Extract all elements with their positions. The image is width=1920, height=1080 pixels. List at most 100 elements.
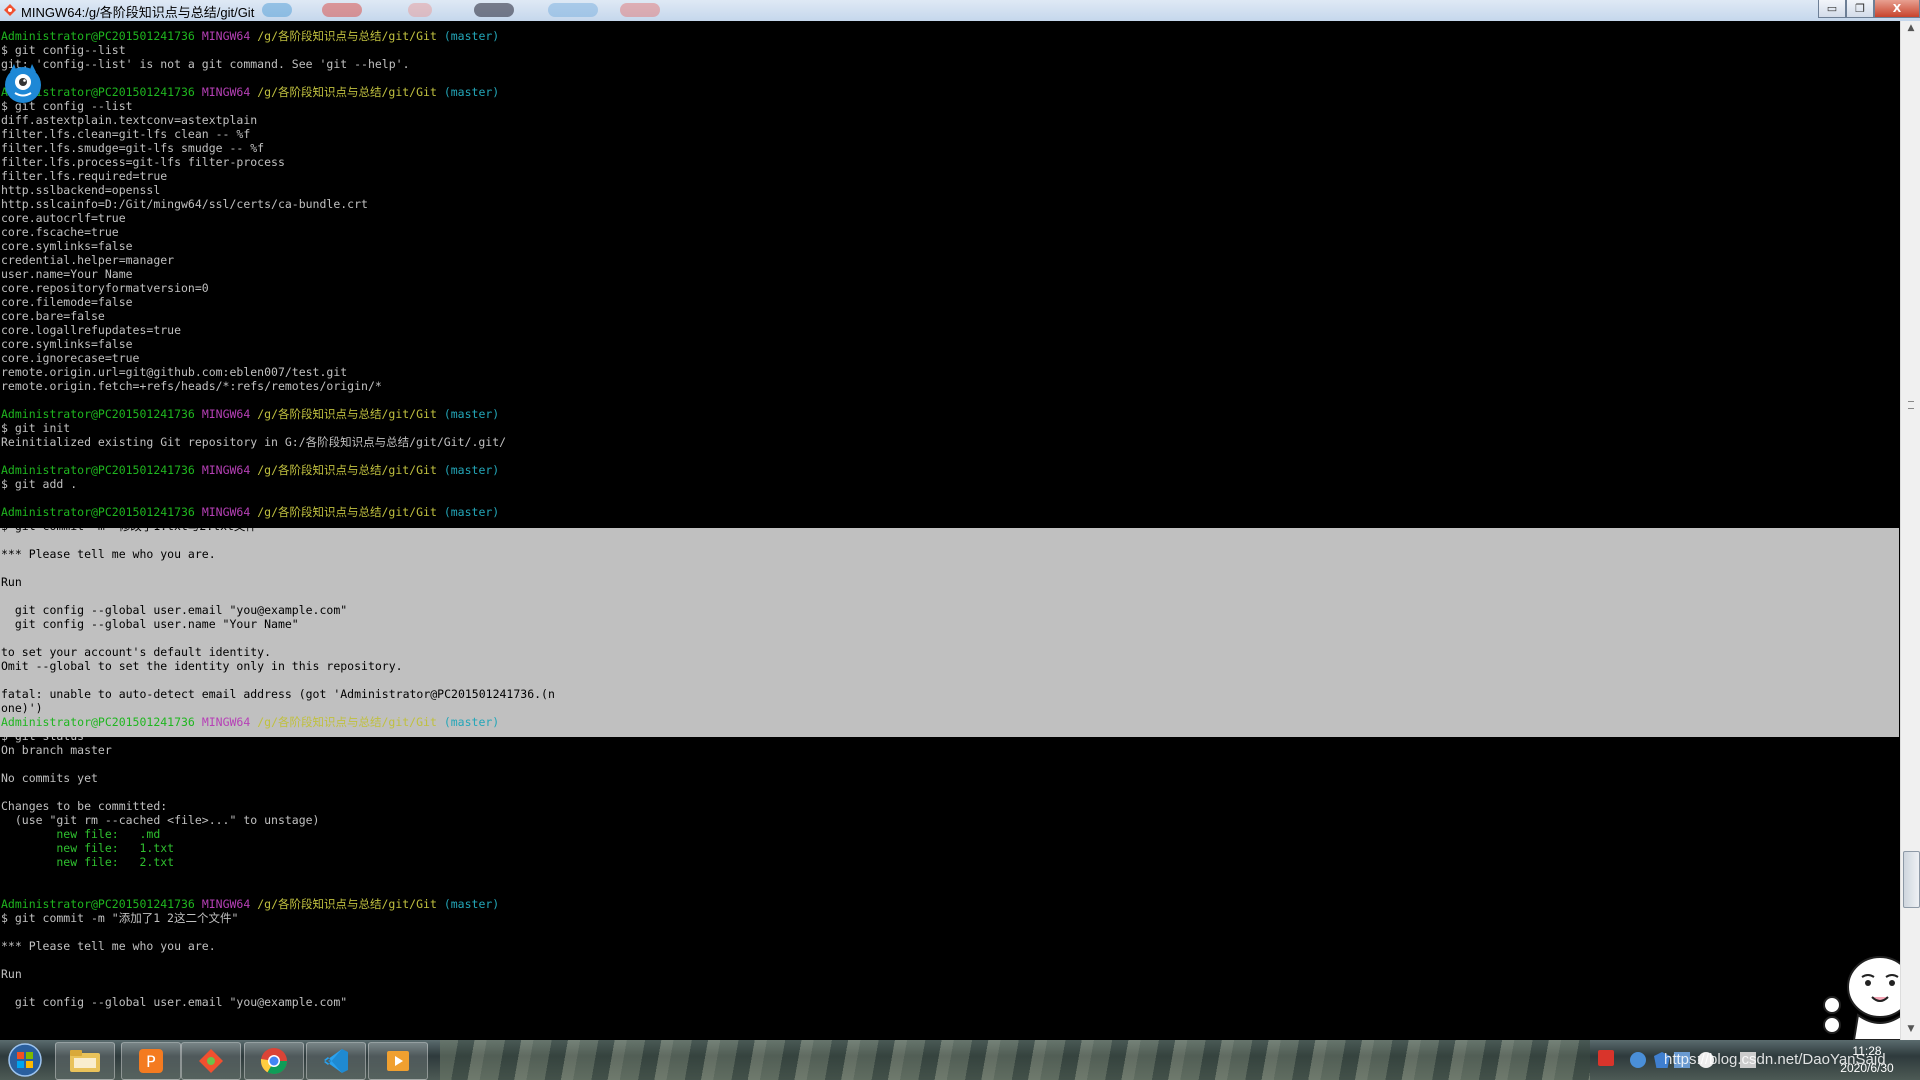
output-line: user.name=Your Name bbox=[1, 267, 133, 281]
prompt-line: Administrator@PC201501241736 MINGW64 /g/… bbox=[1, 85, 499, 99]
git-bash-icon bbox=[4, 4, 16, 16]
prompt-user: Administrator@PC201501241736 bbox=[1, 505, 195, 519]
output-line: $ git config--list bbox=[1, 43, 126, 57]
staged-file-line: new file: 1.txt bbox=[1, 841, 175, 855]
blurred-icon bbox=[620, 3, 660, 17]
output-line: remote.origin.url=git@github.com:eblen00… bbox=[1, 365, 348, 379]
blurred-icon bbox=[548, 3, 598, 17]
vscode-icon bbox=[324, 1049, 348, 1073]
prompt-user: Administrator@PC201501241736 bbox=[1, 463, 195, 477]
prompt-host: MINGW64 bbox=[201, 505, 251, 519]
output-line: remote.origin.fetch=+refs/heads/*:refs/r… bbox=[1, 379, 382, 393]
output-line: git config --global user.email "you@exam… bbox=[1, 603, 348, 617]
output-line: $ git commit -m "添加了1 2这二个文件" bbox=[1, 911, 239, 925]
terminal-output[interactable]: Administrator@PC201501241736 MINGW64 /g/… bbox=[0, 21, 1900, 1040]
output-line: Changes to be committed: bbox=[1, 799, 168, 813]
scrollbar-thumb[interactable] bbox=[1903, 851, 1920, 908]
prompt-path: /g/各阶段知识点与总结/git/Git bbox=[257, 897, 437, 911]
taskbar-vscode[interactable] bbox=[306, 1042, 366, 1080]
media-player-icon bbox=[387, 1051, 409, 1071]
output-line: http.sslbackend=openssl bbox=[1, 183, 161, 197]
prompt-line: Administrator@PC201501241736 MINGW64 /g/… bbox=[1, 463, 499, 477]
taskbar-presentation[interactable]: P bbox=[121, 1042, 181, 1080]
input-method-icon[interactable] bbox=[1598, 1050, 1614, 1066]
prompt-path: /g/各阶段知识点与总结/git/Git bbox=[257, 85, 437, 99]
output-line: http.sslcainfo=D:/Git/mingw64/ssl/certs/… bbox=[1, 197, 368, 211]
window-title-bar[interactable]: MINGW64:/g/各阶段知识点与总结/git/Git ▭ ❐ X bbox=[0, 0, 1920, 22]
window-controls: ▭ ❐ X bbox=[1818, 0, 1920, 18]
chrome-icon bbox=[260, 1048, 288, 1075]
prompt-path: /g/各阶段知识点与总结/git/Git bbox=[257, 715, 437, 729]
mascot-monster-icon bbox=[5, 64, 41, 103]
prompt-user: Administrator@PC201501241736 bbox=[1, 715, 195, 729]
network-icon[interactable] bbox=[1630, 1052, 1646, 1068]
vertical-scrollbar[interactable]: ▲ ▼ bbox=[1900, 21, 1920, 1040]
blurred-icon bbox=[408, 3, 432, 17]
output-line: *** Please tell me who you are. bbox=[1, 939, 216, 953]
prompt-branch: (master) bbox=[443, 85, 500, 99]
output-line: core.repositoryformatversion=0 bbox=[1, 281, 209, 295]
window-title: MINGW64:/g/各阶段知识点与总结/git/Git bbox=[21, 5, 255, 20]
output-line: core.fscache=true bbox=[1, 225, 119, 239]
taskbar-background bbox=[440, 1040, 1590, 1080]
output-line: $ git add . bbox=[1, 477, 78, 491]
prompt-host: MINGW64 bbox=[201, 463, 251, 477]
output-line: core.autocrlf=true bbox=[1, 211, 126, 225]
output-line: git: 'config--list' is not a git command… bbox=[1, 57, 410, 71]
output-line: filter.lfs.clean=git-lfs clean -- %f bbox=[1, 127, 251, 141]
output-line: filter.lfs.smudge=git-lfs smudge -- %f bbox=[1, 141, 265, 155]
output-line: $ git commit -m "修改了1.txt与2.txt文件" bbox=[1, 519, 264, 533]
output-line: diff.astextplain.textconv=astextplain bbox=[1, 113, 258, 127]
text-selection-highlight bbox=[0, 528, 1899, 737]
prompt-path: /g/各阶段知识点与总结/git/Git bbox=[257, 505, 437, 519]
output-line: filter.lfs.process=git-lfs filter-proces… bbox=[1, 155, 285, 169]
output-line: $ git status bbox=[1, 729, 85, 743]
close-button[interactable]: X bbox=[1874, 0, 1920, 18]
git-app-icon bbox=[199, 1049, 223, 1073]
taskbar-explorer[interactable] bbox=[55, 1042, 115, 1080]
prompt-branch: (master) bbox=[443, 407, 500, 421]
taskbar: P 11:28 2020/6/30 https://blog.csdn.net/… bbox=[0, 1040, 1920, 1080]
output-line: No commits yet bbox=[1, 771, 98, 785]
output-line: core.bare=false bbox=[1, 309, 105, 323]
prompt-path: /g/各阶段知识点与总结/git/Git bbox=[257, 29, 437, 43]
output-line: Omit --global to set the identity only i… bbox=[1, 659, 403, 673]
watermark-text: https://blog.csdn.net/DaoYanSaid bbox=[1664, 1051, 1886, 1068]
prompt-line: Administrator@PC201501241736 MINGW64 /g/… bbox=[1, 29, 499, 43]
output-line: git config --global user.email "you@exam… bbox=[1, 995, 348, 1009]
output-line: $ git init bbox=[1, 421, 71, 435]
scroll-grip-icon bbox=[1908, 401, 1914, 409]
maximize-button[interactable]: ❐ bbox=[1846, 0, 1874, 18]
prompt-path: /g/各阶段知识点与总结/git/Git bbox=[257, 463, 437, 477]
scroll-down-icon[interactable]: ▼ bbox=[1905, 1024, 1917, 1038]
blurred-icon bbox=[262, 3, 292, 17]
staged-file-line: new file: 2.txt bbox=[1, 855, 175, 869]
staged-file-line: new file: .md bbox=[1, 827, 161, 841]
taskbar-media-player[interactable] bbox=[368, 1042, 428, 1080]
output-line: core.symlinks=false bbox=[1, 239, 133, 253]
prompt-branch: (master) bbox=[443, 715, 500, 729]
output-line: Reinitialized existing Git repository in… bbox=[1, 435, 507, 449]
prompt-line: Administrator@PC201501241736 MINGW64 /g/… bbox=[1, 505, 499, 519]
explorer-icon bbox=[70, 1050, 100, 1072]
output-line: core.symlinks=false bbox=[1, 337, 133, 351]
prompt-user: Administrator@PC201501241736 bbox=[1, 897, 195, 911]
prompt-host: MINGW64 bbox=[201, 407, 251, 421]
output-line: one)') bbox=[1, 701, 43, 715]
minimize-button[interactable]: ▭ bbox=[1818, 0, 1846, 18]
prompt-branch: (master) bbox=[443, 463, 500, 477]
scroll-up-icon[interactable]: ▲ bbox=[1905, 23, 1917, 37]
prompt-line: Administrator@PC201501241736 MINGW64 /g/… bbox=[1, 407, 499, 421]
prompt-branch: (master) bbox=[443, 505, 500, 519]
output-line: core.logallrefupdates=true bbox=[1, 323, 182, 337]
taskbar-git[interactable] bbox=[181, 1042, 241, 1080]
prompt-user: Administrator@PC201501241736 bbox=[1, 29, 195, 43]
prompt-line: Administrator@PC201501241736 MINGW64 /g/… bbox=[1, 715, 499, 729]
start-button[interactable] bbox=[3, 1042, 47, 1078]
prompt-host: MINGW64 bbox=[201, 897, 251, 911]
prompt-line: Administrator@PC201501241736 MINGW64 /g/… bbox=[1, 897, 499, 911]
output-line: *** Please tell me who you are. bbox=[1, 547, 216, 561]
prompt-user: Administrator@PC201501241736 bbox=[1, 407, 195, 421]
taskbar-chrome[interactable] bbox=[244, 1042, 304, 1080]
blurred-icon bbox=[474, 3, 514, 17]
